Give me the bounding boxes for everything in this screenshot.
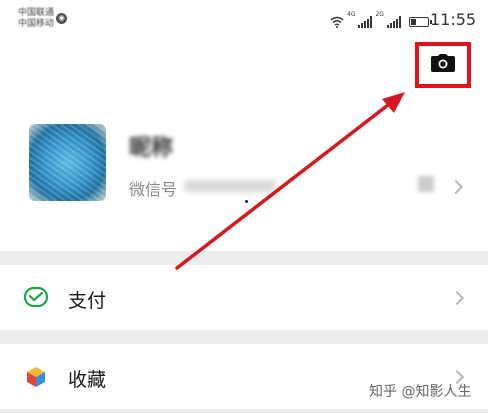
annotation-arrow: [175, 92, 405, 270]
watermark: 知乎 @知影人生: [369, 384, 472, 400]
